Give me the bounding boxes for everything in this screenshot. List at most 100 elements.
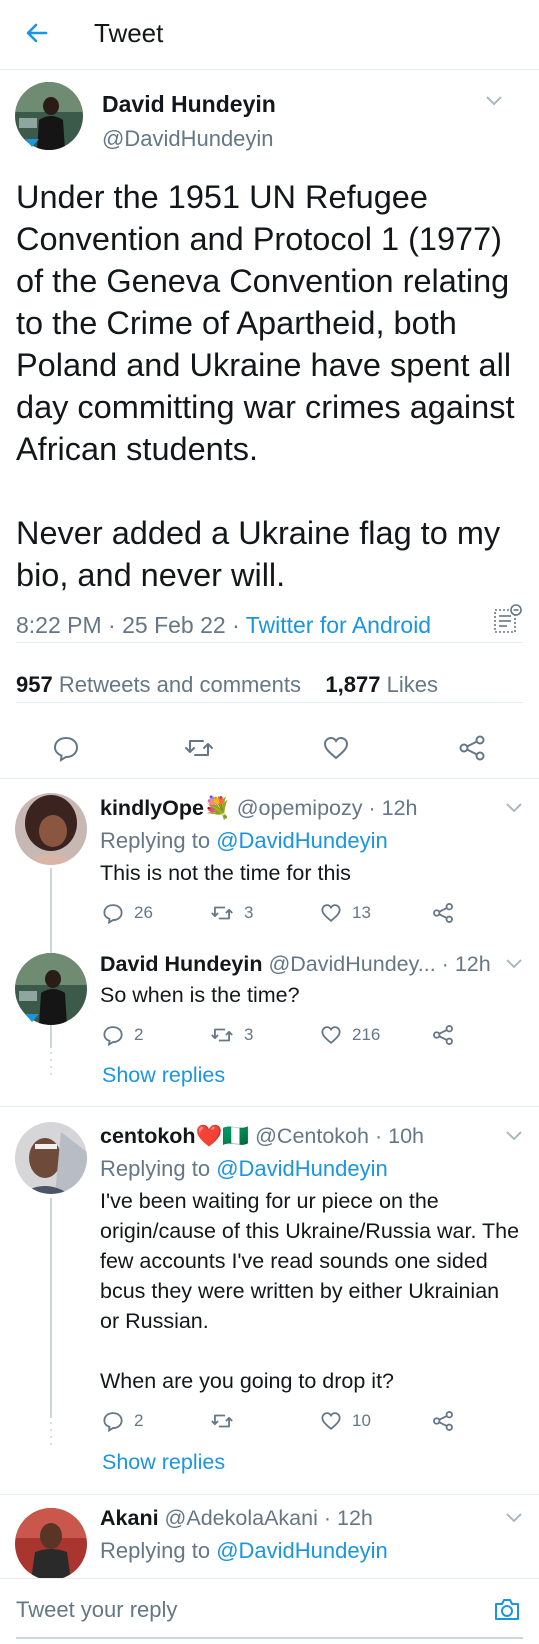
retweet-icon: [211, 906, 233, 920]
tweet-source-link[interactable]: Twitter for Android: [246, 612, 431, 638]
reply-avatar[interactable]: [15, 1122, 87, 1194]
retweet-button[interactable]: 3: [210, 1022, 253, 1048]
like-count: 10: [352, 1411, 371, 1430]
reply-author-handle[interactable]: @Centokoh: [255, 1124, 369, 1148]
tweet-details-icon[interactable]: [493, 604, 523, 636]
like-icon: [321, 1412, 341, 1431]
retweet-count: 3: [244, 1025, 254, 1044]
reply-author[interactable]: David Hundeyin @DavidHundey... · 12h: [100, 952, 491, 977]
replying-to: Replying to @DavidHundeyin: [100, 1156, 388, 1182]
like-count: 13: [352, 903, 371, 922]
share-button[interactable]: [432, 900, 454, 926]
share-icon: [433, 903, 453, 923]
reply-count: 26: [134, 903, 153, 922]
thread-line: [50, 1198, 52, 1418]
thread-continuation-dots: [50, 1052, 52, 1075]
like-count: 216: [352, 1025, 381, 1044]
share-icon: [433, 1025, 453, 1045]
reply-button[interactable]: 2: [102, 1408, 143, 1434]
reply-author[interactable]: kindlyOpe💐 @opemipozy · 12h: [100, 796, 418, 821]
replying-to: Replying to @DavidHundeyin: [100, 1538, 388, 1564]
reply-author-name[interactable]: David Hundeyin: [100, 952, 262, 976]
reply-count: 2: [134, 1411, 144, 1430]
like-button[interactable]: 13: [320, 900, 371, 926]
replying-to-handle[interactable]: @DavidHundeyin: [216, 1156, 388, 1181]
meta-separator: ·: [108, 612, 123, 638]
tweet-date: 25 Feb 22: [122, 612, 226, 638]
reply-author[interactable]: centokoh❤️🇳🇬 @Centokoh · 10h: [100, 1124, 424, 1149]
camera-icon[interactable]: [493, 1595, 521, 1623]
divider: [0, 1106, 539, 1107]
meta-separator: ·: [232, 612, 246, 638]
reply-button[interactable]: 2: [102, 1022, 143, 1048]
reply-icon: [103, 904, 123, 924]
like-icon: [321, 1026, 341, 1045]
divider: [0, 778, 539, 779]
back-arrow-icon[interactable]: [22, 18, 52, 48]
reply-author-handle[interactable]: @opemipozy: [237, 796, 363, 820]
author-name[interactable]: David Hundeyin: [102, 91, 276, 118]
thread-continuation-dots: [50, 1422, 52, 1445]
reply-time: 12h: [454, 952, 491, 976]
reply-composer: Tweet your reply: [0, 1578, 539, 1644]
reply-time: 12h: [336, 1506, 373, 1530]
reply-time: 12h: [381, 796, 418, 820]
divider: [0, 1494, 539, 1495]
reply-time-separator: ·: [368, 796, 382, 820]
reply-time-separator: ·: [441, 952, 455, 976]
divider: [16, 642, 523, 643]
chevron-down-icon[interactable]: [505, 1512, 523, 1524]
show-replies-link[interactable]: Show replies: [102, 1450, 225, 1475]
thread-line: [50, 1028, 52, 1048]
retweet-count: 3: [244, 903, 254, 922]
like-icon: [321, 904, 341, 923]
tweet-meta: 8:22 PM · 25 Feb 22 · Twitter for Androi…: [16, 612, 431, 639]
reply-avatar[interactable]: [15, 1508, 87, 1580]
replying-prefix: Replying to: [100, 1156, 211, 1181]
reply-input-underline: [16, 1637, 523, 1639]
replying-to-handle[interactable]: @DavidHundeyin: [216, 1538, 388, 1563]
reply-author[interactable]: Akani @AdekolaAkani · 12h: [100, 1506, 373, 1531]
retweets-count[interactable]: 957: [16, 672, 53, 697]
reply-icon: [103, 1412, 123, 1432]
retweet-icon: [211, 1414, 233, 1428]
page-title: Tweet: [94, 18, 164, 48]
retweet-button[interactable]: 3: [210, 900, 253, 926]
author-handle[interactable]: @DavidHundeyin: [102, 126, 274, 152]
status-dot-icon: [25, 139, 39, 147]
reply-input[interactable]: Tweet your reply: [16, 1597, 177, 1623]
reply-time-separator: ·: [323, 1506, 337, 1530]
likes-label[interactable]: Likes: [387, 672, 438, 697]
show-replies-link[interactable]: Show replies: [102, 1063, 225, 1088]
retweets-label[interactable]: Retweets and comments: [59, 672, 301, 697]
reply-author-name[interactable]: kindlyOpe💐: [100, 796, 231, 820]
chevron-down-icon[interactable]: [505, 802, 523, 814]
reply-author-handle[interactable]: @DavidHundey...: [268, 952, 435, 976]
likes-count[interactable]: 1,877: [325, 672, 380, 697]
status-dot-icon: [25, 1014, 39, 1022]
chevron-down-icon[interactable]: [505, 958, 523, 970]
like-icon[interactable]: [322, 734, 350, 762]
replying-to-handle[interactable]: @DavidHundeyin: [216, 828, 388, 853]
share-button[interactable]: [432, 1022, 454, 1048]
reply-author-name[interactable]: Akani: [100, 1506, 159, 1530]
chevron-down-icon[interactable]: [485, 95, 503, 107]
reply-avatar[interactable]: [15, 793, 87, 865]
reply-count: 2: [134, 1025, 144, 1044]
like-button[interactable]: 10: [320, 1408, 371, 1434]
share-button[interactable]: [432, 1408, 454, 1434]
replying-prefix: Replying to: [100, 1538, 211, 1563]
retweet-button[interactable]: [210, 1408, 244, 1434]
reply-button[interactable]: 26: [102, 900, 153, 926]
reply-time-separator: ·: [374, 1124, 389, 1148]
chevron-down-icon[interactable]: [505, 1130, 523, 1142]
reply-author-handle[interactable]: @AdekolaAkani: [165, 1506, 318, 1530]
reply-time: 10h: [388, 1124, 424, 1148]
like-button[interactable]: 216: [320, 1022, 380, 1048]
share-icon[interactable]: [458, 734, 486, 762]
retweet-icon[interactable]: [184, 734, 214, 762]
reply-icon[interactable]: [52, 734, 80, 762]
reply-author-name[interactable]: centokoh: [100, 1124, 196, 1148]
tweet-stats: 957 Retweets and comments 1,877 Likes: [16, 672, 438, 698]
reply-text: So when is the time?: [100, 983, 300, 1007]
